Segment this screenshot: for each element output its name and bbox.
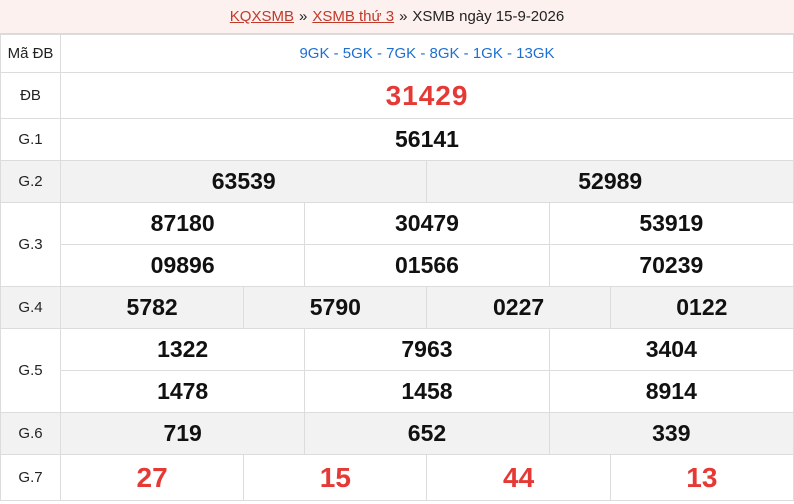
- prize-number: 63539: [211, 168, 276, 194]
- prize-2-cell: 63539: [59, 160, 428, 203]
- prize-6-cell: 339: [548, 412, 794, 455]
- prize-number: 15: [319, 461, 351, 493]
- prize-number: 27: [136, 461, 168, 493]
- special-code-row: Mã ĐB 9GK - 5GK - 7GK - 8GK - 1GK - 13GK: [0, 34, 794, 73]
- prize-3-row: G.3 87180 30479 53919: [0, 202, 794, 287]
- prize-3-row: 09896 01566 70239: [1, 244, 794, 287]
- prize-number: 53919: [639, 210, 704, 236]
- prize-number: 56141: [395, 126, 459, 152]
- prize-3-label: G.3: [0, 202, 61, 287]
- prize-number: 70239: [639, 252, 704, 278]
- prize-4-cell: 0122: [609, 286, 794, 329]
- prize-5-cell: 3404: [548, 328, 794, 371]
- results-table: Mã ĐB 9GK - 5GK - 7GK - 8GK - 1GK - 13GK…: [0, 34, 794, 501]
- prize-3-cell: 09896: [59, 244, 306, 287]
- prize-number: 13: [686, 461, 718, 493]
- prize-4-cell: 0227: [426, 286, 611, 329]
- prize-1-row: G.1 56141: [0, 118, 794, 161]
- prize-number: 0122: [676, 294, 728, 320]
- prize-2-label: G.2: [0, 160, 61, 203]
- prize-3-cell: 30479: [304, 202, 550, 245]
- prize-5-cell: 7963: [304, 328, 550, 371]
- prize-4-row: G.4 5782 5790 0227 0122: [0, 286, 794, 329]
- prize-6-row: G.6 719 652 339: [0, 412, 794, 455]
- prize-number: 87180: [150, 210, 215, 236]
- prize-number: 7963: [401, 336, 453, 362]
- prize-1-cell: 56141: [60, 118, 794, 161]
- prize-6-label: G.6: [0, 412, 61, 455]
- prize-4-cell: 5790: [243, 286, 428, 329]
- prize-number: 719: [163, 420, 202, 446]
- special-code-label: Mã ĐB: [0, 34, 61, 73]
- prize-4-cell: 5782: [59, 286, 245, 329]
- prize-7-cell: 13: [609, 454, 794, 501]
- prize-number: 52989: [578, 168, 643, 194]
- prize-7-cell: 27: [59, 454, 245, 501]
- prize-3-cell: 87180: [59, 202, 306, 245]
- prize-number: 1322: [157, 336, 209, 362]
- prize-7-cell: 44: [426, 454, 611, 501]
- prize-number: 1478: [157, 378, 209, 404]
- prize-number: 8914: [645, 378, 697, 404]
- prize-5-label: G.5: [0, 328, 61, 413]
- prize-number: 1458: [401, 378, 453, 404]
- prize-number: 5790: [309, 294, 361, 320]
- breadcrumb-current: XSMB ngày 15-9-2026: [412, 8, 565, 25]
- prize-number: 0227: [493, 294, 545, 320]
- breadcrumb-separator: »: [298, 8, 308, 25]
- prize-5-cell: 1458: [304, 370, 550, 413]
- breadcrumb-link-xsmb-thu3[interactable]: XSMB thứ 3: [312, 8, 394, 25]
- prize-number: 09896: [150, 252, 215, 278]
- prize-5-row: 1478 1458 8914: [1, 370, 794, 413]
- breadcrumb: KQXSMB » XSMB thứ 3 » XSMB ngày 15-9-202…: [0, 0, 794, 34]
- prize-number: 01566: [394, 252, 459, 278]
- prize-6-cell: 719: [59, 412, 306, 455]
- prize-number: 44: [503, 461, 535, 493]
- breadcrumb-separator: »: [399, 8, 408, 25]
- prize-1-label: G.1: [0, 118, 61, 161]
- prize-3-cell: 53919: [548, 202, 794, 245]
- prize-2-row: G.2 63539 52989: [0, 160, 794, 203]
- prize-5-cell: 1478: [59, 370, 306, 413]
- special-prize-cell: 31429: [60, 72, 794, 119]
- special-prize-label: ĐB: [0, 72, 61, 119]
- prize-7-row: G.7 27 15 44 13: [0, 454, 794, 501]
- special-code-cell: 9GK - 5GK - 7GK - 8GK - 1GK - 13GK: [60, 34, 794, 73]
- prize-5-cell: 8914: [548, 370, 794, 413]
- special-prize-row: ĐB 31429: [0, 72, 794, 119]
- breadcrumb-link-kqxsmb[interactable]: KQXSMB: [230, 8, 294, 25]
- prize-3-cell: 70239: [548, 244, 794, 287]
- prize-6-cell: 652: [304, 412, 550, 455]
- prize-7-label: G.7: [0, 454, 61, 501]
- prize-number: 3404: [645, 336, 697, 362]
- special-code-value: 9GK - 5GK - 7GK - 8GK - 1GK - 13GK: [299, 44, 555, 62]
- prize-2-cell: 52989: [426, 160, 794, 203]
- prize-7-cell: 15: [243, 454, 428, 501]
- prize-number: 652: [407, 420, 447, 446]
- prize-3-cell: 01566: [304, 244, 550, 287]
- prize-number: 5782: [126, 294, 178, 320]
- special-prize-number: 31429: [385, 79, 469, 111]
- prize-4-label: G.4: [0, 286, 61, 329]
- prize-number: 339: [652, 420, 691, 446]
- prize-number: 30479: [394, 210, 459, 236]
- prize-5-cell: 1322: [59, 328, 306, 371]
- prize-5-row: G.5 1322 7963 3404: [0, 328, 794, 413]
